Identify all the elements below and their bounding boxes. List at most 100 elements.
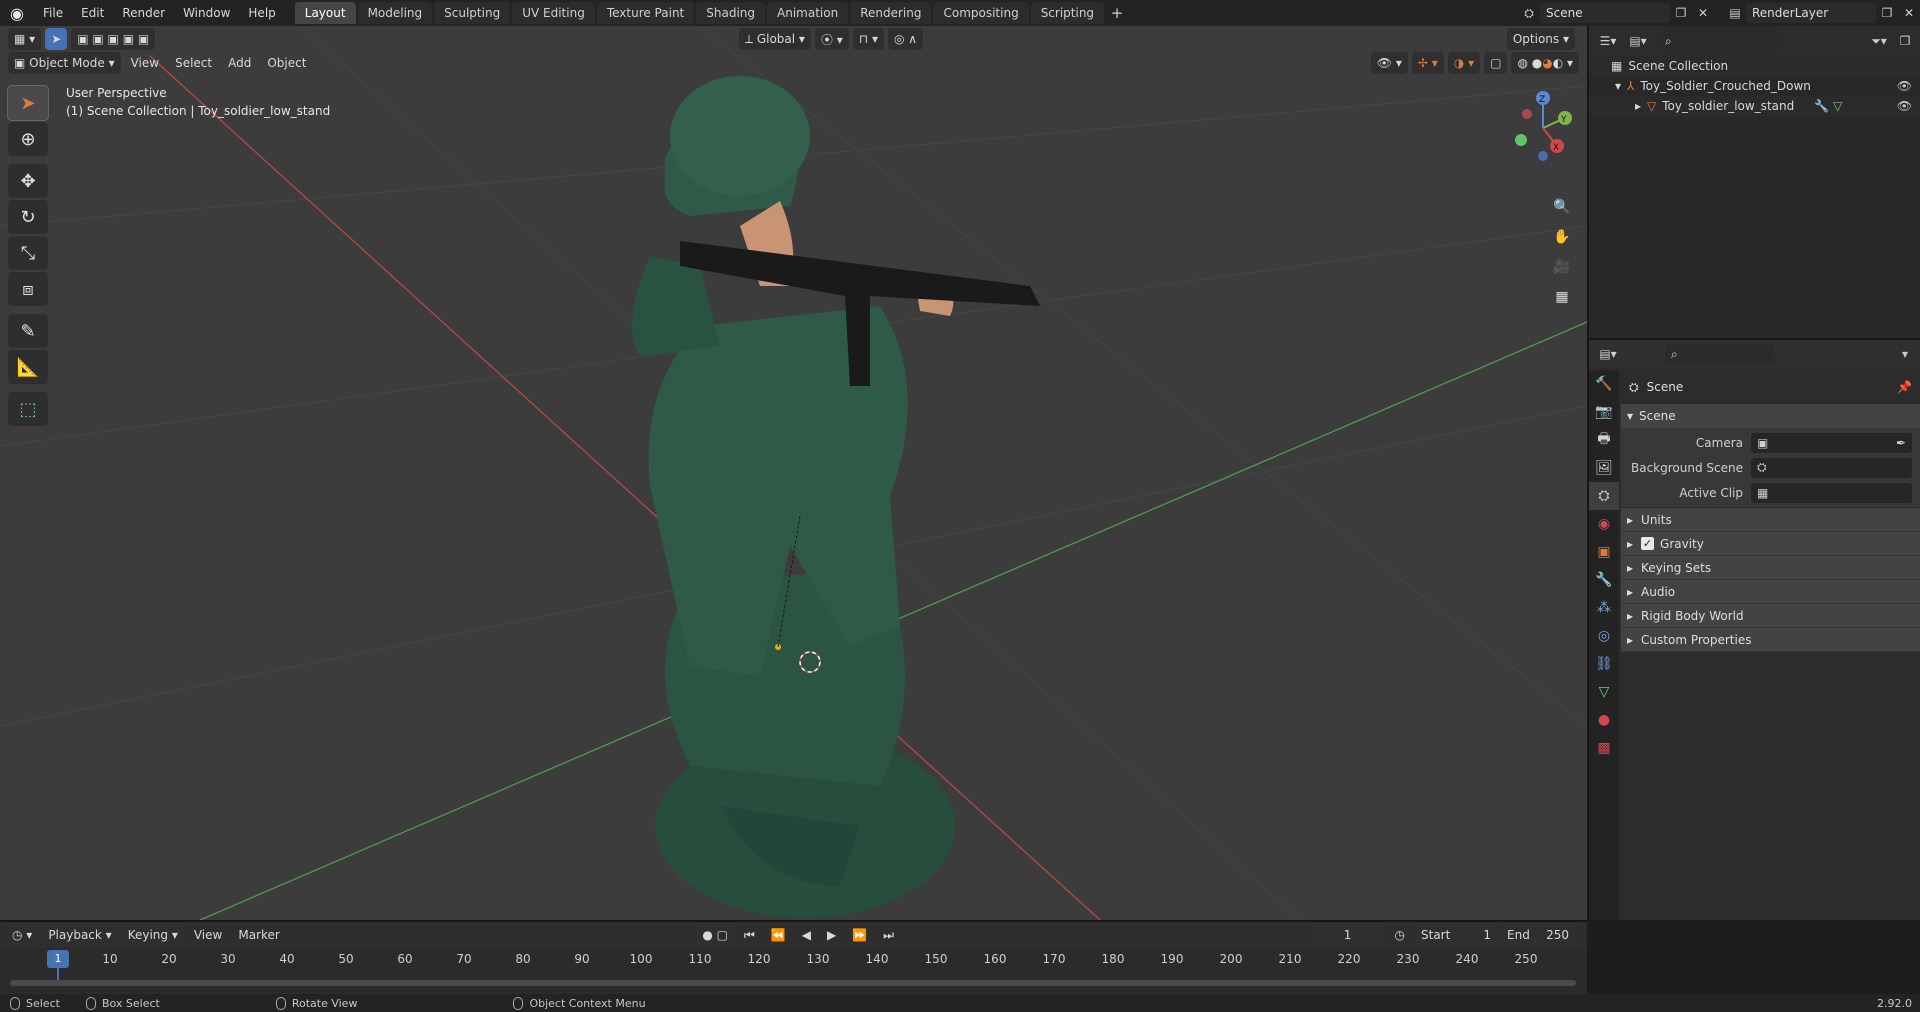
menu-add[interactable]: Add [222, 52, 257, 74]
tab-scripting[interactable]: Scripting [1030, 2, 1105, 24]
editor-type-icon[interactable]: ▤▾ [1593, 344, 1623, 364]
add-cube-tool-icon[interactable]: ⬚ [8, 392, 48, 426]
record-icon[interactable]: ● ▢ [696, 924, 734, 946]
modifier-wrench-icon[interactable]: 🔧 [1814, 99, 1829, 113]
rigid-body-world-panel[interactable]: ▸ Rigid Body World [1621, 604, 1920, 628]
transform-tool-icon[interactable]: ⧈ [8, 272, 48, 306]
eyedropper-icon[interactable]: ✒ [1896, 436, 1906, 450]
preview-range-icon[interactable]: ◷ [1389, 924, 1411, 946]
selection-mode-group[interactable]: ▣ ▣ ▣ ▣ ▣ [71, 28, 156, 50]
menu-help[interactable]: Help [239, 0, 284, 26]
tab-compositing[interactable]: Compositing [933, 2, 1029, 24]
menu-select[interactable]: Select [169, 52, 218, 74]
neg-y-axis-ball[interactable] [1515, 134, 1527, 146]
xray-icon[interactable]: ▢ [1484, 52, 1508, 74]
play-icon[interactable]: ▶ [821, 924, 842, 946]
expand-arrow-icon[interactable]: ▸ [1635, 99, 1641, 113]
playback-menu[interactable]: Playback ▾ [42, 924, 118, 946]
tab-shading[interactable]: Shading [696, 2, 765, 24]
jump-keyframe-forward-icon[interactable]: ⏩ [846, 924, 873, 946]
menu-window[interactable]: Window [174, 0, 239, 26]
menu-edit[interactable]: Edit [72, 0, 113, 26]
list-item[interactable]: ▾ ⅄ Toy_Soldier_Crouched_Down 👁 [1589, 76, 1920, 96]
delete-scene-icon[interactable]: ✕ [1692, 3, 1714, 23]
filter-icon[interactable]: ⏷▾ [1864, 31, 1894, 51]
timeline-scrollbar[interactable] [10, 980, 1576, 986]
display-mode-icon[interactable]: ▤▾ [1623, 31, 1653, 51]
delete-layer-icon[interactable]: ✕ [1898, 3, 1920, 23]
timeline-ruler[interactable]: 10 20 30 40 50 60 70 80 90 100 110 120 1… [10, 952, 1580, 972]
physics-tab-icon[interactable]: ◎ [1589, 622, 1619, 650]
visibility-icon[interactable]: 👁 ▾ [1370, 52, 1408, 74]
pan-hand-icon[interactable]: ✋ [1549, 224, 1575, 250]
options-dropdown[interactable]: Options ▾ [1506, 28, 1575, 50]
menu-file[interactable]: File [34, 0, 72, 26]
pivot-point-icon[interactable]: ⦿ ▾ [814, 28, 849, 50]
tab-modeling[interactable]: Modeling [357, 2, 433, 24]
output-tab-icon[interactable]: 🖶 [1589, 426, 1619, 454]
material-tab-icon[interactable]: ● [1589, 706, 1619, 734]
list-item[interactable]: ▦ Scene Collection [1589, 56, 1920, 76]
camera-view-icon[interactable]: 🎥 [1549, 254, 1575, 280]
ortho-grid-icon[interactable]: ▦ [1549, 284, 1575, 310]
tab-rendering[interactable]: Rendering [850, 2, 932, 24]
expand-arrow-icon[interactable]: ▾ [1615, 79, 1621, 93]
add-workspace-button[interactable]: + [1106, 2, 1128, 24]
overlay-toggle-icon[interactable]: ◑ ▾ [1447, 52, 1481, 74]
view-layer-tab-icon[interactable]: 🖼 [1589, 454, 1619, 482]
neg-z-axis-ball[interactable] [1538, 151, 1548, 161]
toy-soldier-model[interactable] [632, 76, 1040, 918]
shading-modes-group[interactable]: ◍ ● ◕ ◐ ▾ [1511, 52, 1579, 74]
measure-tool-icon[interactable]: 📐 [8, 350, 48, 384]
3d-viewport[interactable]: ▦ ▾ ➤ ▣ ▣ ▣ ▣ ▣ ⟂ Global ▾ ⦿ ▾ ⊓ ▾ ◎ ∧ O… [0, 26, 1587, 920]
axis-gizmo[interactable]: Z Y X [1487, 86, 1587, 166]
units-panel[interactable]: ▸ Units [1621, 508, 1920, 532]
audio-panel[interactable]: ▸ Audio [1621, 580, 1920, 604]
mesh-data-icon[interactable]: ▽ [1833, 99, 1842, 113]
editor-type-icon[interactable]: ▦ ▾ [8, 28, 42, 50]
tab-sculpting[interactable]: Sculpting [434, 2, 511, 24]
render-layer-icon[interactable]: ▤ [1724, 3, 1746, 23]
scene-selector[interactable]: Scene [1540, 3, 1670, 23]
render-tab-icon[interactable]: 📷 [1589, 398, 1619, 426]
scene-icon[interactable]: ⛭ [1518, 3, 1540, 23]
pin-icon[interactable]: 📌 [1897, 380, 1912, 394]
list-item[interactable]: ▸ ▽ Toy_soldier_low_stand 🔧 ▽ 👁 [1589, 96, 1920, 116]
tab-texture-paint[interactable]: Texture Paint [596, 2, 695, 24]
gravity-panel[interactable]: ▸ ✓ Gravity [1621, 532, 1920, 556]
background-scene-field[interactable]: ⛭ [1751, 457, 1912, 478]
eye-icon[interactable]: 👁 [1897, 99, 1912, 113]
scene-tab-icon[interactable]: ⛭ [1589, 482, 1619, 510]
mode-dropdown[interactable]: ▣ Object Mode ▾ [8, 52, 121, 74]
menu-render[interactable]: Render [113, 0, 174, 26]
gizmo-toggle-icon[interactable]: ✢ ▾ [1411, 52, 1444, 74]
tab-uv-editing[interactable]: UV Editing [512, 2, 595, 24]
modifier-tab-icon[interactable]: 🔧 [1589, 566, 1619, 594]
new-layer-icon[interactable]: ❐ [1876, 3, 1898, 23]
cursor-tool-icon[interactable]: ⊕ [8, 122, 48, 156]
end-frame-field[interactable]: End 250 [1501, 924, 1575, 946]
play-reverse-icon[interactable]: ◀ [796, 924, 817, 946]
data-tab-icon[interactable]: ▽ [1589, 678, 1619, 706]
properties-search-input[interactable]: ⌕ [1665, 344, 1775, 364]
camera-field[interactable]: ▣ ✒ [1751, 432, 1912, 453]
menu-view[interactable]: View [188, 924, 228, 946]
proportional-edit-icon[interactable]: ◎ ∧ [887, 28, 924, 50]
rotate-tool-icon[interactable]: ↻ [8, 200, 48, 234]
scale-tool-icon[interactable]: ⤡ [8, 236, 48, 270]
keying-sets-panel[interactable]: ▸ Keying Sets [1621, 556, 1920, 580]
constraints-tab-icon[interactable]: ⛓ [1589, 650, 1619, 678]
blender-logo-icon[interactable]: ◉ [0, 0, 34, 26]
particles-tab-icon[interactable]: ⁂ [1589, 594, 1619, 622]
tab-layout[interactable]: Layout [294, 2, 356, 24]
texture-tab-icon[interactable]: ▩ [1589, 734, 1619, 762]
annotate-tool-icon[interactable]: ✎ [8, 314, 48, 348]
outliner-search-input[interactable]: ⌕ [1659, 31, 1779, 51]
transform-orientation-dropdown[interactable]: ⟂ Global ▾ [738, 28, 811, 50]
editor-type-icon[interactable]: ◷ ▾ [6, 924, 39, 946]
editor-type-icon[interactable]: ☰▾ [1593, 31, 1623, 51]
scene-panel-header[interactable]: ▾ Scene [1621, 404, 1920, 428]
zoom-icon[interactable]: 🔍 [1549, 194, 1575, 220]
jump-end-icon[interactable]: ⏭ [877, 924, 900, 946]
snap-icon[interactable]: ⊓ ▾ [852, 28, 884, 50]
